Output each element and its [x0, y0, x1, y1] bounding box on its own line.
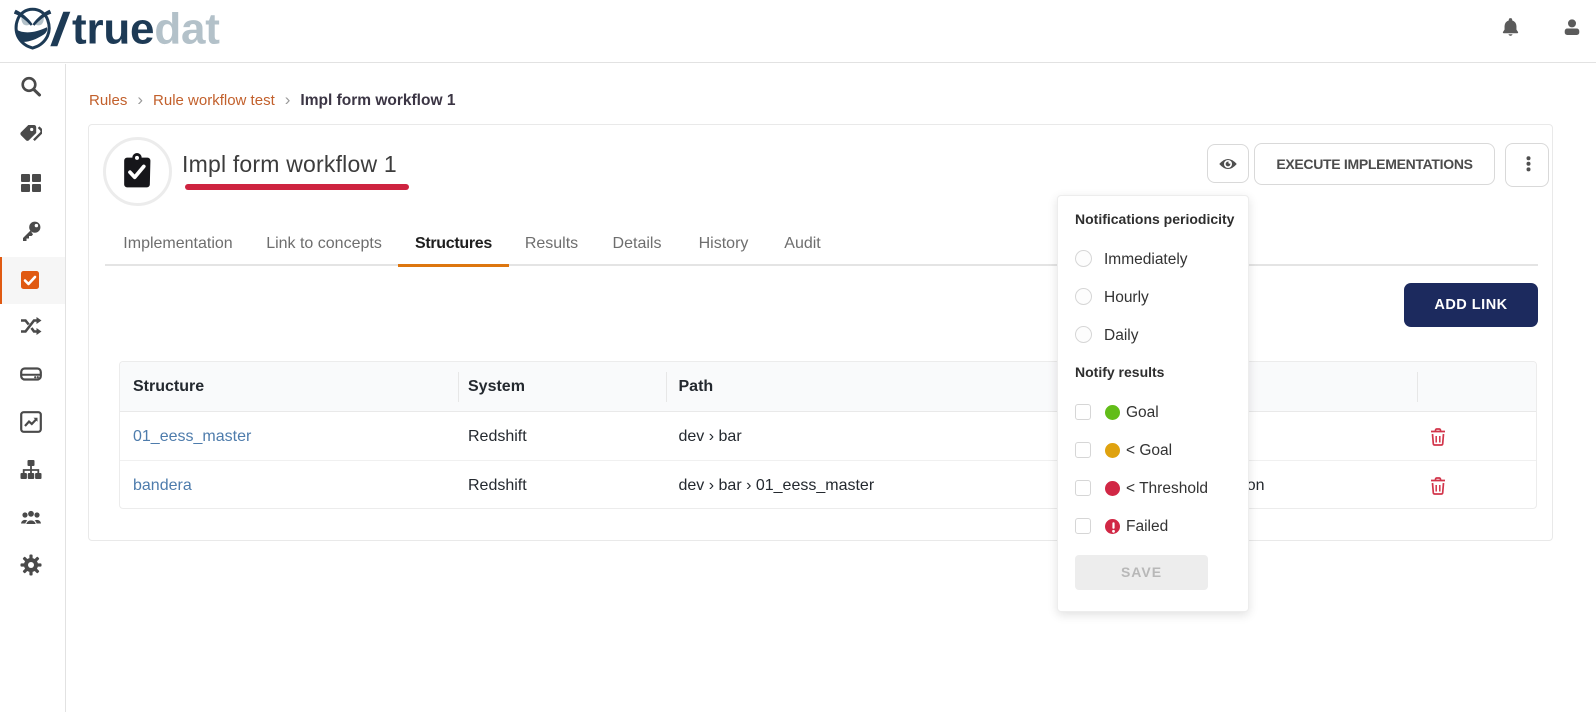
svg-text:truedat: truedat	[72, 5, 220, 53]
